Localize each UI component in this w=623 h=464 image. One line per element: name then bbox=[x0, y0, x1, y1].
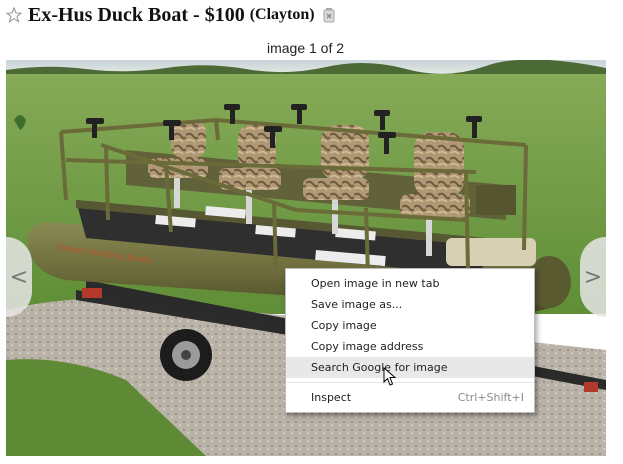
hide-icon[interactable] bbox=[322, 7, 336, 23]
next-image-button[interactable]: > bbox=[580, 237, 606, 317]
listing-location: (Clayton) bbox=[249, 6, 315, 23]
mouse-pointer-icon bbox=[383, 367, 397, 386]
listing-header: Ex-Hus Duck Boat - $100 (Clayton) bbox=[6, 0, 336, 30]
menu-item-shortcut: Ctrl+Shift+I bbox=[457, 391, 524, 404]
menu-item-inspect[interactable]: Inspect Ctrl+Shift+I bbox=[286, 387, 534, 408]
menu-item-label: Search Google for image bbox=[311, 361, 448, 374]
menu-separator bbox=[287, 382, 533, 383]
menu-item-save-image-as[interactable]: Save image as... bbox=[286, 294, 534, 315]
menu-item-label: Save image as... bbox=[311, 298, 403, 311]
context-menu: Open image in new tab Save image as... C… bbox=[285, 268, 535, 413]
chevron-left-icon: < bbox=[9, 264, 29, 290]
menu-item-label: Inspect bbox=[311, 391, 352, 404]
star-icon[interactable] bbox=[6, 7, 22, 23]
menu-item-label: Copy image bbox=[311, 319, 377, 332]
menu-item-copy-image-address[interactable]: Copy image address bbox=[286, 336, 534, 357]
menu-item-copy-image[interactable]: Copy image bbox=[286, 315, 534, 336]
menu-item-label: Copy image address bbox=[311, 340, 424, 353]
chevron-right-icon: > bbox=[583, 264, 603, 290]
menu-item-open-image-new-tab[interactable]: Open image in new tab bbox=[286, 273, 534, 294]
menu-item-search-google-for-image[interactable]: Search Google for image bbox=[286, 357, 534, 378]
menu-item-label: Open image in new tab bbox=[311, 277, 440, 290]
image-counter: image 1 of 2 bbox=[266, 40, 345, 56]
listing-title: Ex-Hus Duck Boat - $100 bbox=[28, 3, 245, 26]
